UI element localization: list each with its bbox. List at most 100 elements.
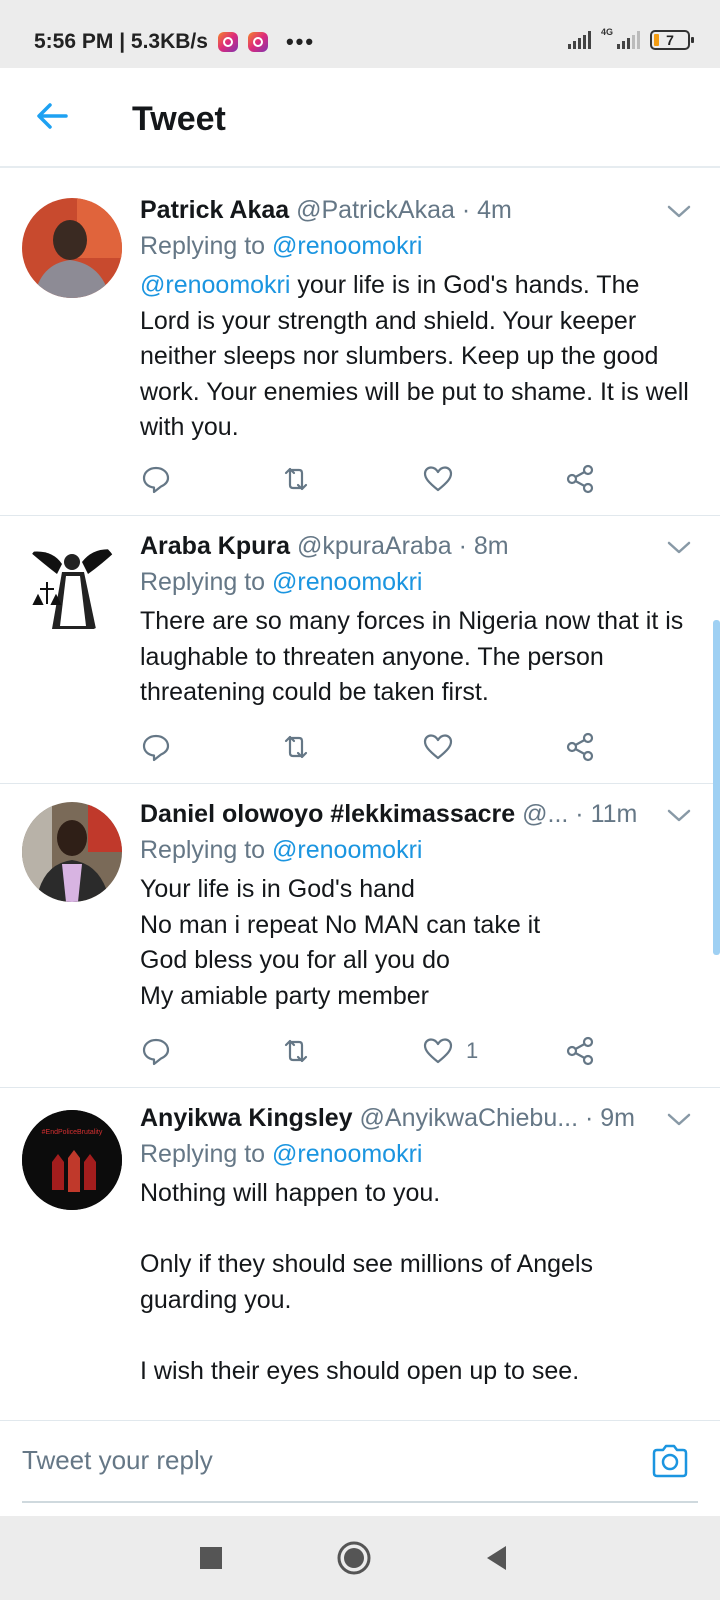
retweet-icon — [284, 467, 308, 491]
composer-divider — [22, 1501, 698, 1503]
replying-to-mention[interactable]: @renoomokri — [272, 836, 422, 864]
replying-to-label: Replying to — [140, 568, 273, 596]
system-nav-bar — [0, 1516, 720, 1600]
share-button[interactable] — [564, 1034, 596, 1068]
avatar[interactable] — [22, 802, 122, 902]
tweet-header: Araba Kpura @kpuraAraba · 8m — [140, 530, 696, 562]
tweet-content: Anyikwa Kingsley @AnyikwaChiebu... · 9m … — [140, 1102, 696, 1389]
heart-icon — [423, 1038, 453, 1064]
avatar-hashtag-text: #EndPoliceBrutality — [42, 1129, 103, 1136]
retweet-button[interactable] — [280, 1034, 312, 1068]
author-name[interactable]: Anyikwa Kingsley — [140, 1104, 353, 1132]
reply-tweet[interactable]: Patrick Akaa @PatrickAkaa · 4m Replying … — [0, 180, 720, 516]
text-mention[interactable]: @renoomokri — [140, 271, 290, 299]
replying-to-label: Replying to — [140, 232, 273, 260]
share-button[interactable] — [564, 462, 596, 496]
tweet-header: Daniel olowoyo #lekkimassacre @... · 11m — [140, 798, 696, 830]
chevron-down-icon[interactable] — [666, 1106, 692, 1132]
replies-feed[interactable]: Patrick Akaa @PatrickAkaa · 4m Replying … — [0, 180, 720, 1420]
page-title: Tweet — [132, 100, 226, 138]
back-arrow-icon[interactable] — [32, 96, 72, 136]
scrollbar-thumb[interactable] — [713, 620, 720, 955]
tweet-time: · 4m — [454, 196, 512, 224]
tweet-content: Daniel olowoyo #lekkimassacre @... · 11m… — [140, 798, 696, 1014]
tweet-header: Anyikwa Kingsley @AnyikwaChiebu... · 9m — [140, 1102, 696, 1134]
retweet-button[interactable] — [280, 462, 312, 496]
share-icon — [566, 464, 594, 494]
tweet-text: There are so many forces in Nigeria now … — [140, 607, 691, 706]
avatar[interactable]: #EndPoliceBrutality — [22, 1110, 122, 1210]
chevron-down-icon[interactable] — [666, 198, 692, 224]
recent-apps-button[interactable] — [191, 1538, 231, 1578]
instagram-notification-icon — [217, 32, 238, 52]
replying-to-line: Replying to @renoomokri — [140, 833, 696, 867]
retweet-icon — [284, 735, 308, 759]
battery-icon: 7 — [650, 30, 694, 50]
chevron-down-icon[interactable] — [666, 534, 692, 560]
retweet-icon — [284, 1039, 308, 1063]
avatar[interactable] — [22, 534, 122, 634]
author-handle: @... — [522, 800, 569, 828]
reply-composer: Tweet your reply — [0, 1420, 720, 1516]
back-button[interactable] — [477, 1538, 517, 1578]
camera-icon[interactable] — [650, 1441, 690, 1481]
heart-icon — [423, 466, 453, 492]
status-right: 4G 7 — [567, 27, 694, 50]
reply-tweet[interactable]: #EndPoliceBrutality Anyikwa Kingsley @An… — [0, 1088, 720, 1420]
avatar[interactable] — [22, 198, 122, 298]
author-name[interactable]: Patrick Akaa — [140, 196, 289, 224]
replying-to-line: Replying to @renoomokri — [140, 565, 696, 599]
reply-icon — [142, 466, 170, 494]
chevron-down-icon[interactable] — [666, 802, 692, 828]
heart-icon — [423, 734, 453, 760]
tweet-time: · 8m — [451, 532, 509, 560]
reply-button[interactable] — [140, 462, 172, 496]
replying-to-mention[interactable]: @renoomokri — [272, 568, 422, 596]
share-icon — [566, 732, 594, 762]
replying-to-line: Replying to @renoomokri — [140, 229, 696, 263]
replying-to-mention[interactable]: @renoomokri — [272, 1140, 422, 1168]
author-handle: @PatrickAkaa — [296, 196, 455, 224]
reply-tweet[interactable]: Araba Kpura @kpuraAraba · 8m Replying to… — [0, 516, 720, 784]
replying-to-line: Replying to @renoomokri — [140, 1137, 696, 1171]
reply-button[interactable] — [140, 1034, 172, 1068]
like-button[interactable] — [422, 462, 466, 496]
more-notifications-icon: ••• — [285, 29, 316, 54]
app-header: Tweet — [0, 68, 720, 168]
author-name[interactable]: Daniel olowoyo #lekkimassacre — [140, 800, 515, 828]
tweet-text: @renoomokri your life is in God's hands.… — [140, 268, 696, 446]
replying-to-label: Replying to — [140, 836, 273, 864]
tweet-header: Patrick Akaa @PatrickAkaa · 4m — [140, 194, 696, 226]
tweet-actions — [140, 730, 610, 764]
like-count: 1 — [466, 1038, 479, 1063]
tweet-content: Patrick Akaa @PatrickAkaa · 4m Replying … — [140, 194, 696, 446]
tweet-time: · 9m — [578, 1104, 636, 1132]
instagram-notification-icon — [247, 32, 268, 52]
home-button[interactable] — [334, 1538, 374, 1578]
retweet-button[interactable] — [280, 730, 312, 764]
reply-input[interactable]: Tweet your reply — [22, 1445, 622, 1476]
replying-to-mention[interactable]: @renoomokri — [272, 232, 422, 260]
tweet-actions — [140, 462, 610, 496]
like-button[interactable] — [422, 730, 466, 764]
triangle-back-icon — [487, 1546, 506, 1570]
cell-signal-icon — [617, 31, 640, 49]
reply-tweet[interactable]: Daniel olowoyo #lekkimassacre @... · 11m… — [0, 784, 720, 1088]
author-handle: @kpuraAraba — [297, 532, 452, 560]
author-handle: @AnyikwaChiebu... — [359, 1104, 579, 1132]
tweet-actions: 1 — [140, 1034, 610, 1068]
tweet-text: Your life is in God's hand No man i repe… — [140, 875, 541, 1010]
reply-icon — [142, 734, 170, 762]
reply-icon — [142, 1038, 170, 1066]
like-button[interactable]: 1 — [422, 1034, 478, 1068]
share-button[interactable] — [564, 730, 596, 764]
replying-to-label: Replying to — [140, 1140, 273, 1168]
author-name[interactable]: Araba Kpura — [140, 532, 290, 560]
wifi-signal-icon — [567, 31, 591, 49]
reply-button[interactable] — [140, 730, 172, 764]
square-icon — [200, 1547, 222, 1569]
share-icon — [566, 1036, 594, 1066]
network-type-label: 4G — [600, 27, 613, 37]
tweet-text: Nothing will happen to you. Only if they… — [140, 1179, 594, 1385]
tweet-content: Araba Kpura @kpuraAraba · 8m Replying to… — [140, 530, 696, 711]
